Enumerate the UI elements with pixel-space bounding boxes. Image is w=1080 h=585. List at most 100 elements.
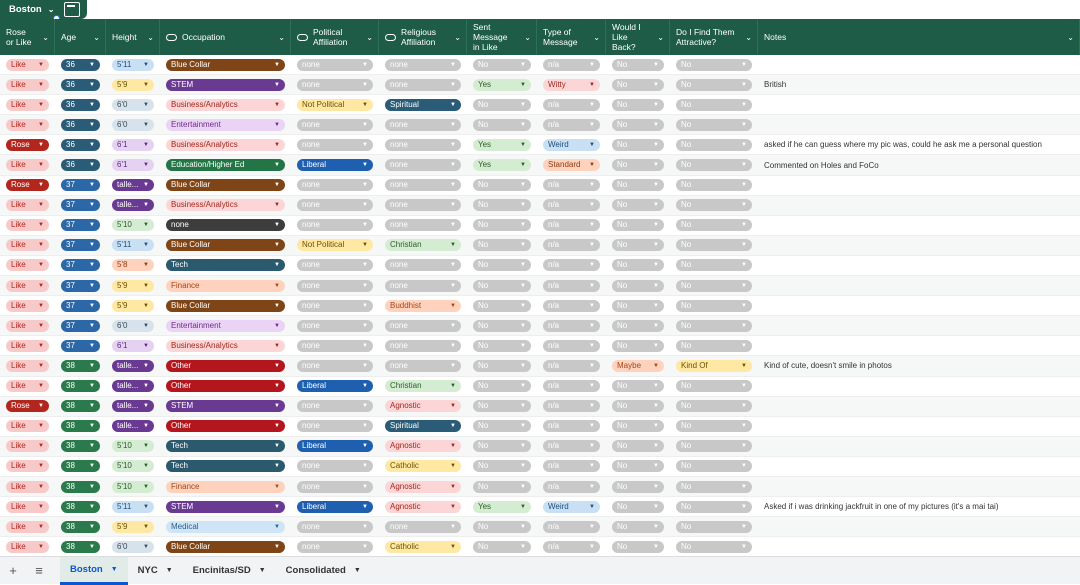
cell-political[interactable]: none ▼ bbox=[291, 537, 379, 555]
cell-age[interactable]: 36 ▼ bbox=[55, 135, 106, 154]
occupation-chip[interactable]: Business/Analytics ▼ bbox=[166, 199, 285, 212]
column-header-height[interactable]: Height ⌄ bbox=[106, 19, 160, 55]
political-chip[interactable]: Not Political ▼ bbox=[297, 239, 373, 252]
likeback-chip[interactable]: No ▼ bbox=[612, 540, 664, 553]
cell-likeback[interactable]: No ▼ bbox=[606, 176, 670, 195]
cell-age[interactable]: 37 ▼ bbox=[55, 236, 106, 255]
cell-msgtype[interactable]: n/a ▼ bbox=[537, 55, 606, 74]
msgtype-chip[interactable]: n/a ▼ bbox=[543, 420, 600, 433]
chevron-down-icon[interactable]: ▼ bbox=[166, 567, 173, 574]
likeback-chip[interactable]: No ▼ bbox=[612, 58, 664, 71]
likeback-chip[interactable]: No ▼ bbox=[612, 319, 664, 332]
cell-height[interactable]: 5'8 ▼ bbox=[106, 256, 160, 275]
cell-msgtype[interactable]: Weird ▼ bbox=[537, 135, 606, 154]
cell-likeback[interactable]: Maybe ▼ bbox=[606, 356, 670, 375]
cell-rose[interactable]: Rose ▼ bbox=[0, 176, 55, 195]
cell-religious[interactable]: Catholic ▼ bbox=[379, 537, 467, 555]
msgtype-chip[interactable]: n/a ▼ bbox=[543, 259, 600, 272]
cell-age[interactable]: 37 ▼ bbox=[55, 176, 106, 195]
cell-attractive[interactable]: No ▼ bbox=[670, 316, 758, 335]
attractive-chip[interactable]: Kind Of ▼ bbox=[676, 359, 752, 372]
cell-likeback[interactable]: No ▼ bbox=[606, 155, 670, 174]
cell-height[interactable]: 6'0 ▼ bbox=[106, 115, 160, 134]
cell-age[interactable]: 37 ▼ bbox=[55, 196, 106, 215]
chevron-down-icon[interactable]: ⌄ bbox=[524, 33, 531, 43]
cell-attractive[interactable]: No ▼ bbox=[670, 176, 758, 195]
cell-msgtype[interactable]: n/a ▼ bbox=[537, 256, 606, 275]
likeback-chip[interactable]: No ▼ bbox=[612, 339, 664, 352]
column-header-sent[interactable]: Sent Message in Like ⌄ bbox=[467, 19, 537, 55]
religious-chip[interactable]: Catholic ▼ bbox=[385, 540, 461, 553]
cell-political[interactable]: Not Political ▼ bbox=[291, 95, 379, 114]
cell-height[interactable]: 5'11 ▼ bbox=[106, 236, 160, 255]
height-chip[interactable]: talle... ▼ bbox=[112, 420, 154, 433]
cell-age[interactable]: 37 ▼ bbox=[55, 336, 106, 355]
sheet-tab-boston[interactable]: Boston ▼ bbox=[60, 556, 128, 585]
cell-religious[interactable]: none ▼ bbox=[379, 336, 467, 355]
cell-religious[interactable]: Agnostic ▼ bbox=[379, 437, 467, 456]
likeback-chip[interactable]: Maybe ▼ bbox=[612, 359, 664, 372]
cell-likeback[interactable]: No ▼ bbox=[606, 95, 670, 114]
cell-political[interactable]: none ▼ bbox=[291, 115, 379, 134]
chevron-down-icon[interactable]: ⌄ bbox=[745, 33, 752, 43]
cell-notes[interactable]: Kind of cute, doesn't smile in photos bbox=[758, 356, 1080, 375]
msgtype-chip[interactable]: n/a ▼ bbox=[543, 440, 600, 453]
cell-attractive[interactable]: Kind Of ▼ bbox=[670, 356, 758, 375]
cell-notes[interactable] bbox=[758, 336, 1080, 355]
occupation-chip[interactable]: Tech ▼ bbox=[166, 460, 285, 473]
religious-chip[interactable]: none ▼ bbox=[385, 219, 461, 232]
cell-age[interactable]: 37 ▼ bbox=[55, 296, 106, 315]
rose-chip[interactable]: Like ▼ bbox=[6, 520, 49, 533]
cell-msgtype[interactable]: Standard ▼ bbox=[537, 155, 606, 174]
political-chip[interactable]: none ▼ bbox=[297, 78, 373, 91]
religious-chip[interactable]: none ▼ bbox=[385, 78, 461, 91]
cell-msgtype[interactable]: n/a ▼ bbox=[537, 196, 606, 215]
msgtype-chip[interactable]: Witty ▼ bbox=[543, 78, 600, 91]
cell-age[interactable]: 37 ▼ bbox=[55, 216, 106, 235]
hamburger-icon[interactable]: ≡ bbox=[26, 563, 52, 578]
attractive-chip[interactable]: No ▼ bbox=[676, 440, 752, 453]
cell-msgtype[interactable]: n/a ▼ bbox=[537, 377, 606, 396]
cell-religious[interactable]: Christian ▼ bbox=[379, 236, 467, 255]
cell-political[interactable]: none ▼ bbox=[291, 517, 379, 536]
cell-religious[interactable]: Catholic ▼ bbox=[379, 457, 467, 476]
cell-occupation[interactable]: Entertainment ▼ bbox=[160, 316, 291, 335]
occupation-chip[interactable]: Business/Analytics ▼ bbox=[166, 339, 285, 352]
age-chip[interactable]: 38 ▼ bbox=[61, 500, 100, 513]
column-header-attractive[interactable]: Do I Find Them Attractive? ⌄ bbox=[670, 19, 758, 55]
age-chip[interactable]: 38 ▼ bbox=[61, 359, 100, 372]
occupation-chip[interactable]: none ▼ bbox=[166, 219, 285, 232]
likeback-chip[interactable]: No ▼ bbox=[612, 118, 664, 131]
occupation-chip[interactable]: Finance ▼ bbox=[166, 279, 285, 292]
height-chip[interactable]: 5'11 ▼ bbox=[112, 500, 154, 513]
cell-political[interactable]: none ▼ bbox=[291, 457, 379, 476]
rose-chip[interactable]: Like ▼ bbox=[6, 420, 49, 433]
rose-chip[interactable]: Like ▼ bbox=[6, 480, 49, 493]
height-chip[interactable]: 6'0 ▼ bbox=[112, 540, 154, 553]
cell-occupation[interactable]: Business/Analytics ▼ bbox=[160, 196, 291, 215]
cell-age[interactable]: 38 ▼ bbox=[55, 517, 106, 536]
msgtype-chip[interactable]: Weird ▼ bbox=[543, 500, 600, 513]
attractive-chip[interactable]: No ▼ bbox=[676, 239, 752, 252]
cell-notes[interactable] bbox=[758, 256, 1080, 275]
age-chip[interactable]: 37 ▼ bbox=[61, 179, 100, 192]
cell-attractive[interactable]: No ▼ bbox=[670, 55, 758, 74]
age-chip[interactable]: 37 ▼ bbox=[61, 239, 100, 252]
rose-chip[interactable]: Like ▼ bbox=[6, 159, 49, 172]
chevron-down-icon[interactable]: ⌄ bbox=[1067, 33, 1074, 43]
rose-chip[interactable]: Like ▼ bbox=[6, 259, 49, 272]
cell-notes[interactable]: asked if he can guess where my pic was, … bbox=[758, 135, 1080, 154]
likeback-chip[interactable]: No ▼ bbox=[612, 299, 664, 312]
cell-political[interactable]: none ▼ bbox=[291, 356, 379, 375]
msgtype-chip[interactable]: n/a ▼ bbox=[543, 219, 600, 232]
sent-chip[interactable]: No ▼ bbox=[473, 299, 531, 312]
religious-chip[interactable]: none ▼ bbox=[385, 359, 461, 372]
cell-religious[interactable]: none ▼ bbox=[379, 75, 467, 94]
attractive-chip[interactable]: No ▼ bbox=[676, 78, 752, 91]
cell-age[interactable]: 36 ▼ bbox=[55, 155, 106, 174]
height-chip[interactable]: talle... ▼ bbox=[112, 179, 154, 192]
sent-chip[interactable]: No ▼ bbox=[473, 420, 531, 433]
age-chip[interactable]: 36 ▼ bbox=[61, 118, 100, 131]
cell-political[interactable]: none ▼ bbox=[291, 397, 379, 416]
sent-chip[interactable]: No ▼ bbox=[473, 179, 531, 192]
